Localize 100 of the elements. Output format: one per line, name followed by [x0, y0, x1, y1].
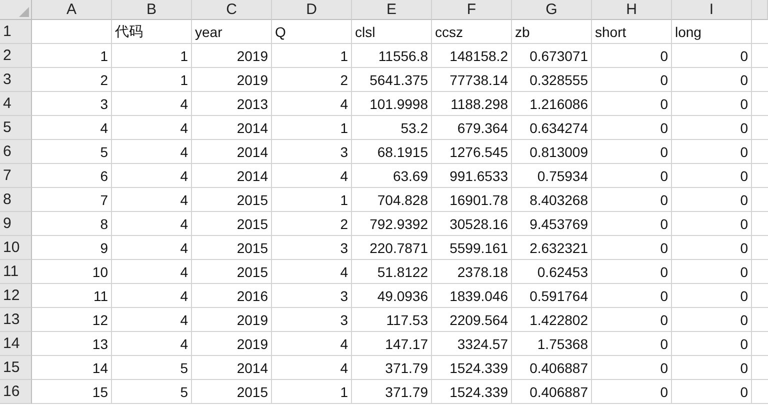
column-header[interactable]: A — [32, 0, 112, 20]
table-cell: 53.2 — [352, 116, 432, 140]
row-header[interactable]: 16 — [0, 380, 32, 404]
table-cell: 10 — [32, 260, 112, 284]
table-cell: 63.69 — [352, 164, 432, 188]
table-cell: 2014 — [192, 116, 272, 140]
table-cell: 991.6533 — [432, 164, 512, 188]
table-cell: 0 — [672, 44, 752, 68]
select-all-corner[interactable] — [0, 0, 32, 20]
row-header[interactable]: 5 — [0, 116, 32, 140]
row-header[interactable]: 4 — [0, 92, 32, 116]
table-cell: 15 — [32, 380, 112, 404]
table-cell: 2019 — [192, 332, 272, 356]
table-cell: 0 — [672, 332, 752, 356]
corner-triangle-icon — [19, 7, 29, 17]
table-cell: 0.673071 — [512, 44, 592, 68]
table-cell: ccsz — [432, 20, 512, 44]
table-cell: 0 — [672, 284, 752, 308]
table-cell: clsl — [352, 20, 432, 44]
table-cell: long — [672, 20, 752, 44]
table-cell: 2019 — [192, 44, 272, 68]
table-cell: 1 — [32, 44, 112, 68]
row-header[interactable]: 7 — [0, 164, 32, 188]
table-cell: 14 — [32, 356, 112, 380]
table-cell: 5641.375 — [352, 68, 432, 92]
row-header[interactable]: 15 — [0, 356, 32, 380]
table-cell: 0 — [672, 260, 752, 284]
table-cell: 4 — [112, 212, 192, 236]
table-cell: short — [592, 20, 672, 44]
table-cell: 2015 — [192, 212, 272, 236]
column-header[interactable]: F — [432, 0, 512, 20]
table-cell: 0 — [592, 164, 672, 188]
table-cell: Q — [272, 20, 352, 44]
table-cell: 4 — [112, 284, 192, 308]
row-header[interactable]: 2 — [0, 44, 32, 68]
table-cell: 1839.046 — [432, 284, 512, 308]
table-cell: 0 — [592, 356, 672, 380]
row-header[interactable]: 14 — [0, 332, 32, 356]
row-header[interactable]: 9 — [0, 212, 32, 236]
table-cell: 0.591764 — [512, 284, 592, 308]
table-cell: 5599.161 — [432, 236, 512, 260]
column-header[interactable]: G — [512, 0, 592, 20]
table-cell: 371.79 — [352, 380, 432, 404]
table-cell: 4 — [112, 164, 192, 188]
table-cell: 2014 — [192, 164, 272, 188]
table-cell: 4 — [112, 260, 192, 284]
column-header[interactable] — [752, 0, 768, 20]
table-cell: 0 — [592, 116, 672, 140]
column-header[interactable]: D — [272, 0, 352, 20]
column-header[interactable]: H — [592, 0, 672, 20]
row-header[interactable]: 11 — [0, 260, 32, 284]
row-header[interactable]: 1 — [0, 20, 32, 44]
table-cell: 30528.16 — [432, 212, 512, 236]
row-header[interactable]: 8 — [0, 188, 32, 212]
table-cell: 6 — [32, 164, 112, 188]
table-cell: 792.9392 — [352, 212, 432, 236]
table-cell: 0 — [672, 380, 752, 404]
table-cell: 11 — [32, 284, 112, 308]
table-cell: 2 — [272, 68, 352, 92]
row-header[interactable]: 12 — [0, 284, 32, 308]
table-cell: 0 — [672, 188, 752, 212]
table-cell: 371.79 — [352, 356, 432, 380]
column-header[interactable]: E — [352, 0, 432, 20]
table-cell: 0.813009 — [512, 140, 592, 164]
table-cell: 0.328555 — [512, 68, 592, 92]
row-header[interactable]: 6 — [0, 140, 32, 164]
table-cell: 13 — [32, 332, 112, 356]
table-cell: 704.828 — [352, 188, 432, 212]
table-cell: 3 — [272, 284, 352, 308]
table-cell: 代码 — [112, 20, 192, 44]
table-cell: 3 — [272, 140, 352, 164]
table-cell: 4 — [112, 92, 192, 116]
table-cell: 0 — [672, 236, 752, 260]
row-header[interactable]: 13 — [0, 308, 32, 332]
table-cell: 77738.14 — [432, 68, 512, 92]
table-cell: 0 — [672, 356, 752, 380]
table-cell: 5 — [112, 380, 192, 404]
table-cell: 4 — [272, 332, 352, 356]
table-cell: 1.75368 — [512, 332, 592, 356]
table-cell: 9.453769 — [512, 212, 592, 236]
table-cell: 0.406887 — [512, 380, 592, 404]
column-header[interactable]: B — [112, 0, 192, 20]
table-cell: 0 — [592, 260, 672, 284]
table-cell: 1 — [112, 68, 192, 92]
row-header[interactable]: 3 — [0, 68, 32, 92]
table-cell: 0 — [592, 92, 672, 116]
table-cell: 2378.18 — [432, 260, 512, 284]
column-header[interactable]: I — [672, 0, 752, 20]
table-cell: 0.62453 — [512, 260, 592, 284]
row-header[interactable]: 10 — [0, 236, 32, 260]
table-cell: 2 — [272, 212, 352, 236]
table-cell: 101.9998 — [352, 92, 432, 116]
table-cell: 1 — [272, 44, 352, 68]
table-cell: 2019 — [192, 68, 272, 92]
table-cell: 0 — [592, 68, 672, 92]
table-cell: 148158.2 — [432, 44, 512, 68]
table-cell: 5 — [112, 356, 192, 380]
table-cell: 0 — [592, 188, 672, 212]
column-header[interactable]: C — [192, 0, 272, 20]
table-cell: 4 — [112, 332, 192, 356]
